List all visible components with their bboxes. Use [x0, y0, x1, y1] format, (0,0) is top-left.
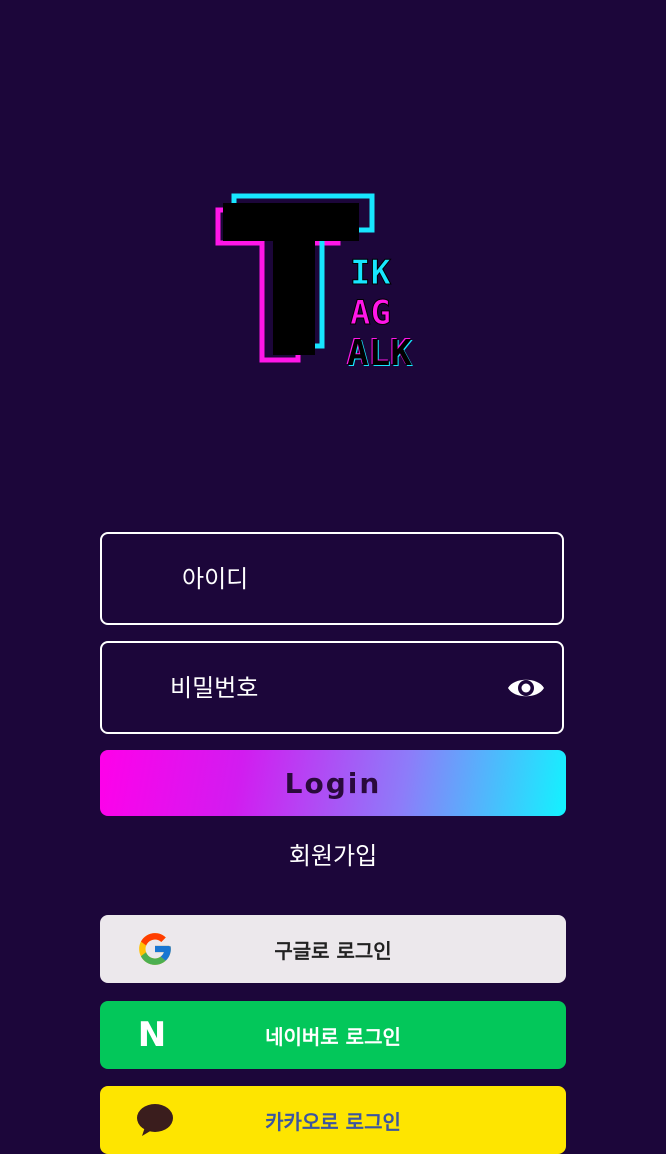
login-button[interactable]: Login [100, 750, 566, 816]
signup-link[interactable]: 회원가입 [0, 836, 666, 871]
eye-icon[interactable] [506, 671, 546, 705]
password-input[interactable] [102, 643, 562, 732]
naver-login-button[interactable]: N 네이버로 로그인 [100, 1001, 566, 1069]
kakao-login-label: 카카오로 로그인 [265, 1109, 401, 1134]
kakao-icon [137, 1104, 173, 1136]
id-field[interactable] [100, 532, 564, 625]
tiktagtalk-logo: IK AG ALK ALK ALK [215, 193, 413, 373]
id-input[interactable] [102, 534, 562, 623]
naver-login-label: 네이버로 로그인 [265, 1024, 401, 1049]
logo-letters-row2: AG [350, 293, 391, 333]
naver-icon: N [137, 1015, 167, 1055]
kakao-login-button[interactable]: 카카오로 로그인 [100, 1086, 566, 1154]
password-field[interactable] [100, 641, 564, 734]
logo-letters-row1: IK [350, 253, 391, 293]
google-login-label: 구글로 로그인 [274, 938, 392, 963]
google-login-button[interactable]: 구글로 로그인 [100, 915, 566, 983]
google-icon [139, 933, 171, 965]
logo-letters-row3: ALK [347, 333, 412, 373]
